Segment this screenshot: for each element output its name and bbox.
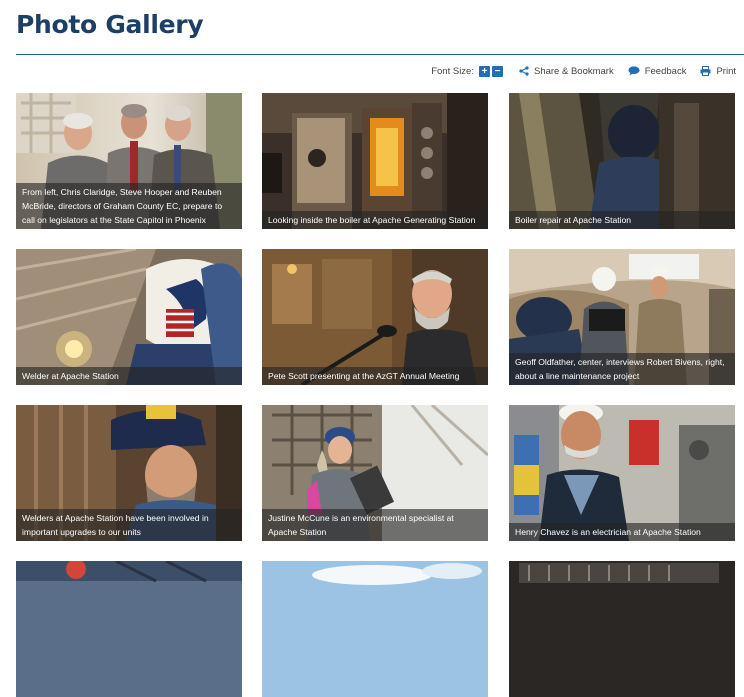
share-bookmark-link[interactable]: Share & Bookmark	[519, 66, 614, 77]
photo-caption: Looking inside the boiler at Apache Gene…	[262, 211, 488, 229]
gallery-item[interactable]: Welder at Apache Station	[16, 249, 242, 385]
photo-caption: Boiler repair at Apache Station	[509, 211, 735, 229]
gallery-item[interactable]	[16, 561, 242, 697]
henry-chavez-photo	[509, 405, 735, 541]
gallery-item[interactable]: Geoff Oldfather, center, interviews Robe…	[509, 249, 735, 385]
title-divider	[16, 54, 744, 55]
speech-bubble-icon	[628, 66, 640, 76]
gallery-item[interactable]: Boiler repair at Apache Station	[509, 93, 735, 229]
share-label: Share & Bookmark	[533, 65, 614, 77]
font-size-label: Font Size:	[431, 65, 474, 77]
printer-icon	[700, 66, 711, 76]
photo-caption: Justine McCune is an environmental speci…	[262, 509, 488, 541]
gallery-item[interactable]	[262, 561, 488, 697]
gallery-item[interactable]: Henry Chavez is an electrician at Apache…	[509, 405, 735, 541]
font-decrease-button[interactable]: −	[491, 65, 503, 77]
photo-caption: Welder at Apache Station	[16, 367, 242, 385]
photo-caption: Geoff Oldfather, center, interviews Robe…	[509, 353, 735, 385]
gallery-photo-11	[262, 561, 488, 697]
photo-caption: Henry Chavez is an electrician at Apache…	[509, 523, 735, 541]
feedback-label: Feedback	[644, 65, 687, 77]
gallery-item[interactable]	[509, 561, 735, 697]
photo-caption: From left, Chris Claridge, Steve Hooper …	[16, 183, 242, 229]
gallery-item[interactable]: From left, Chris Claridge, Steve Hooper …	[16, 93, 242, 229]
feedback-link[interactable]: Feedback	[628, 65, 687, 77]
gallery-item[interactable]: Pete Scott presenting at the AzGT Annual…	[262, 249, 488, 385]
gallery-photo-12	[509, 561, 735, 697]
pete-scott-photo	[262, 249, 488, 385]
print-label: Print	[716, 65, 736, 77]
photo-caption: Pete Scott presenting at the AzGT Annual…	[262, 367, 488, 385]
print-link[interactable]: Print	[700, 66, 736, 77]
gallery-photo-10	[16, 561, 242, 697]
boiler-repair-photo	[509, 93, 735, 229]
share-icon	[519, 66, 529, 76]
page-toolbar: Font Size: + − Share & Bookmark Feedback…	[431, 63, 736, 79]
gallery-item[interactable]: Welders at Apache Station have been invo…	[16, 405, 242, 541]
gallery-item[interactable]: Justine McCune is an environmental speci…	[262, 405, 488, 541]
page-title: Photo Gallery	[16, 10, 204, 39]
gallery-item[interactable]: Looking inside the boiler at Apache Gene…	[262, 93, 488, 229]
welder-photo	[16, 249, 242, 385]
font-increase-button[interactable]: +	[478, 65, 490, 77]
boiler-photo	[262, 93, 488, 229]
photo-caption: Welders at Apache Station have been invo…	[16, 509, 242, 541]
